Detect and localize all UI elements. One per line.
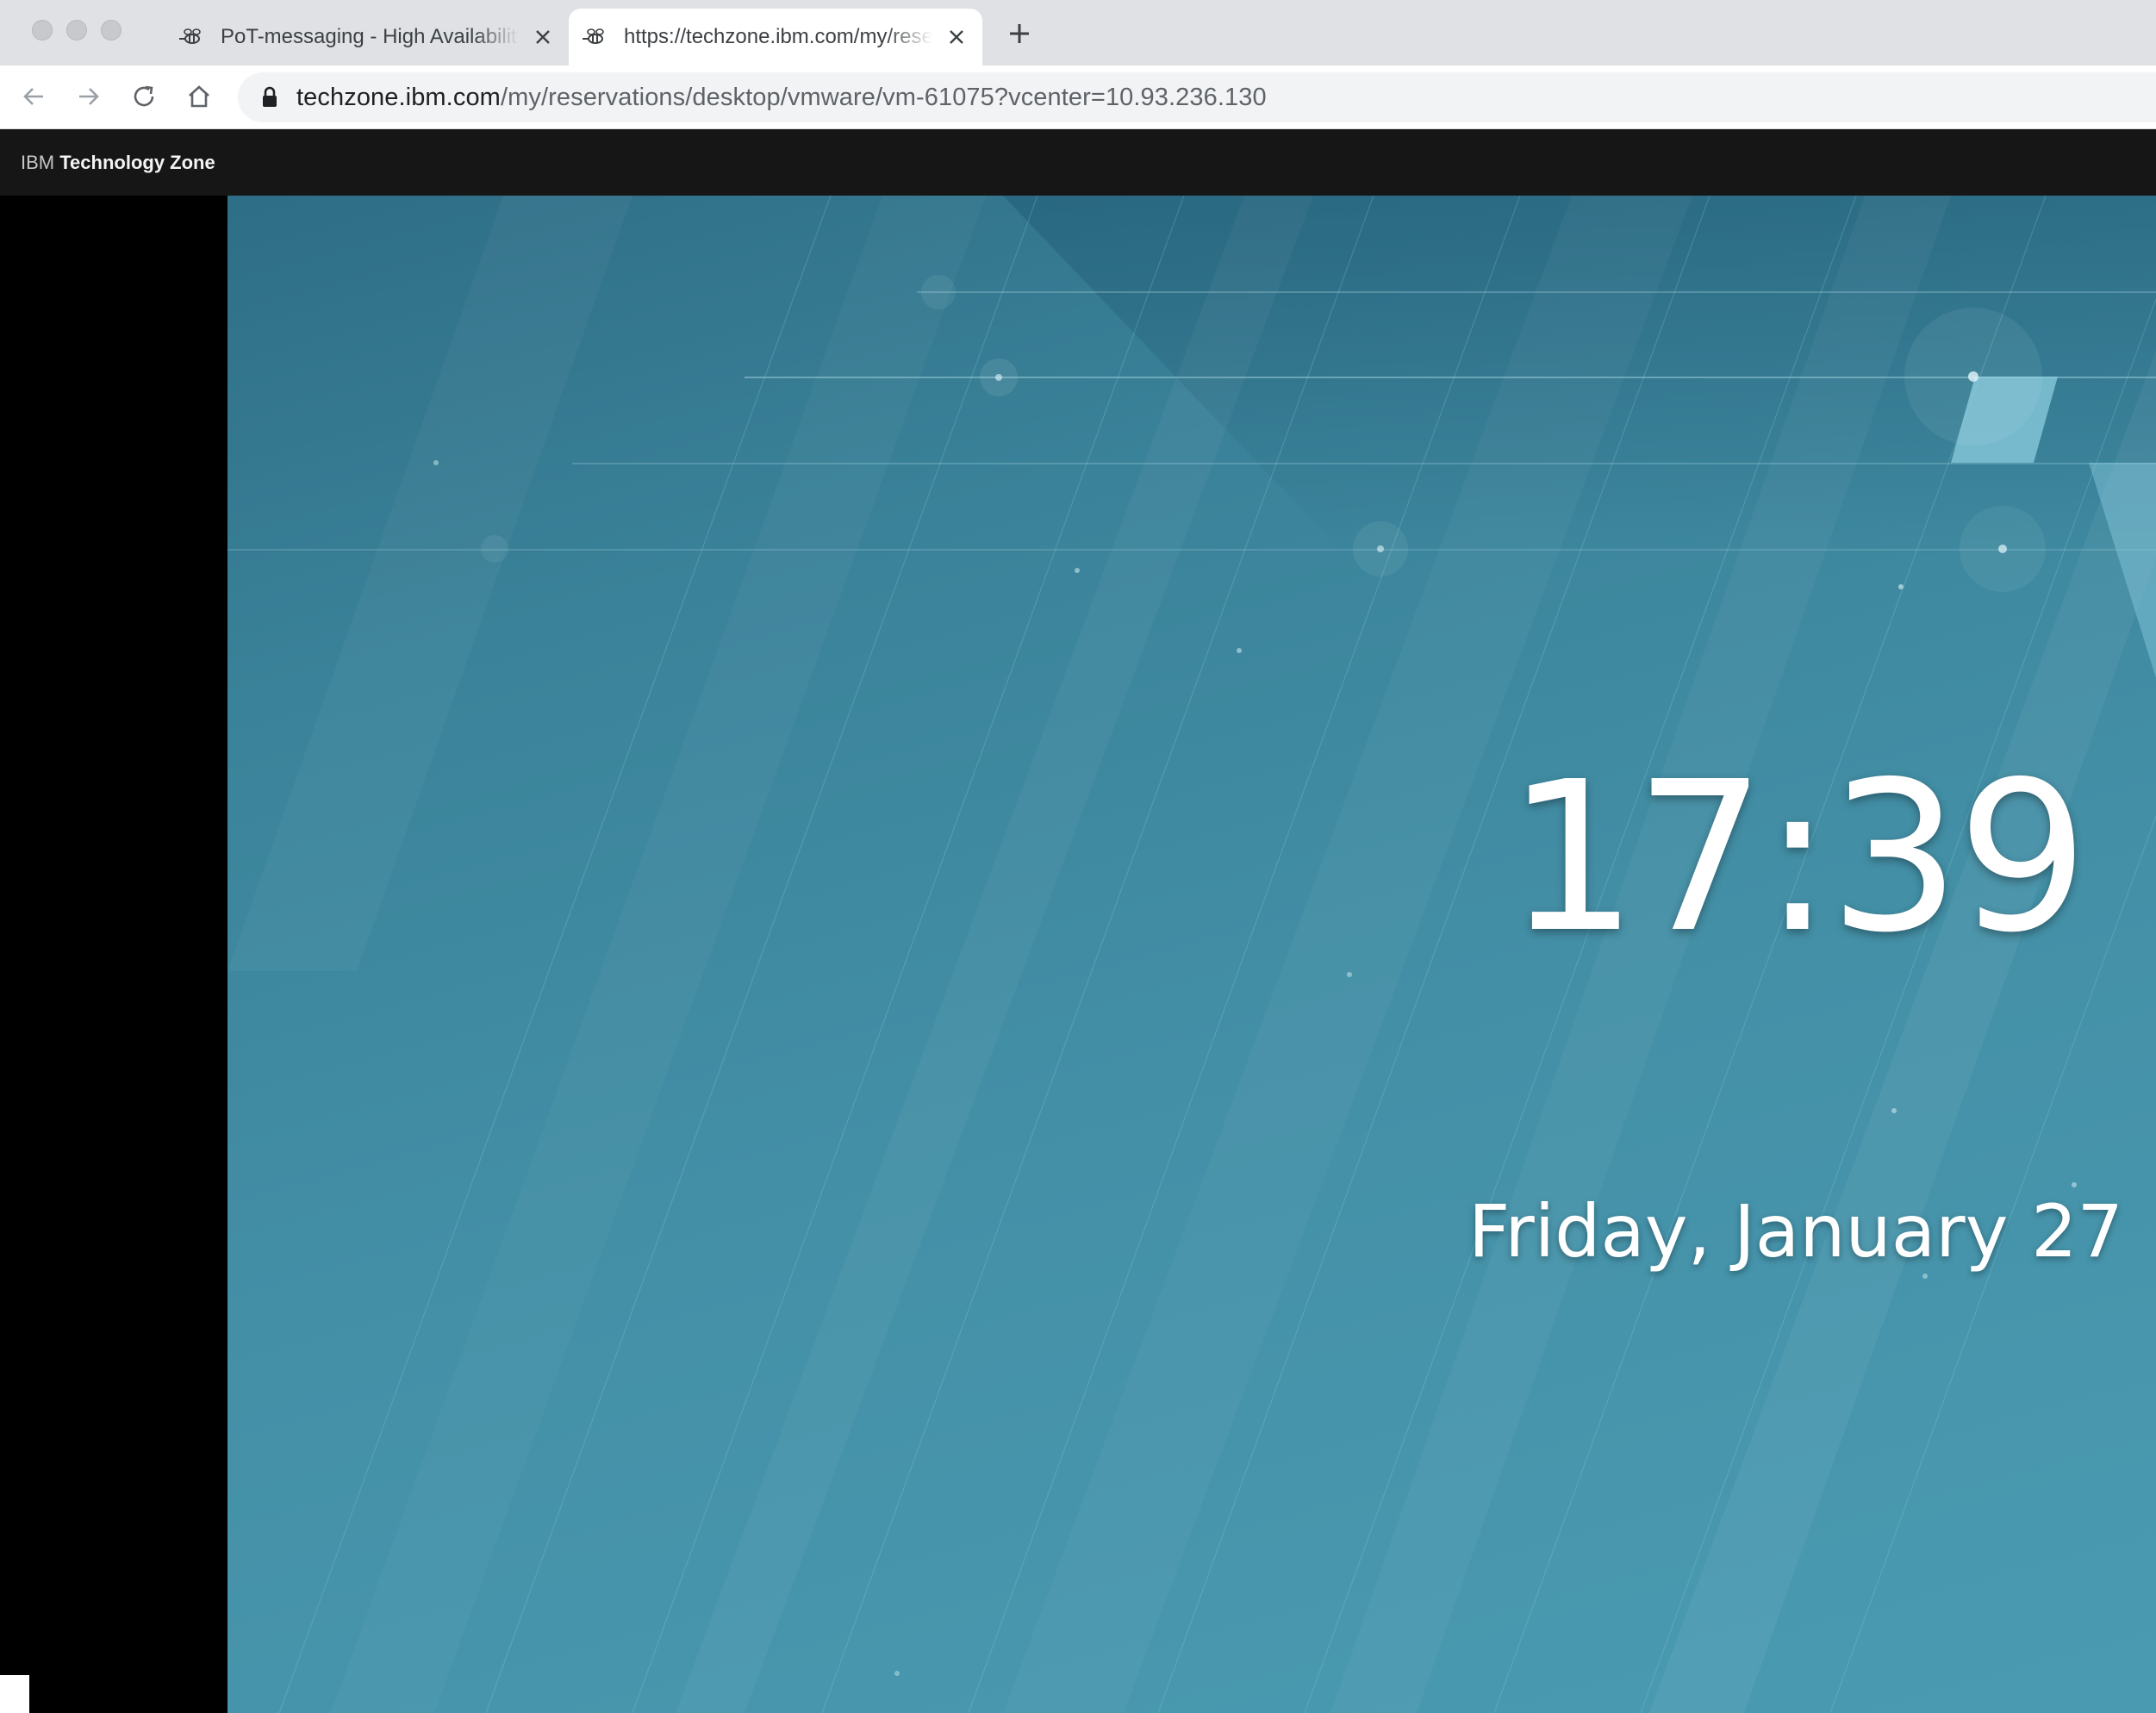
tab-techzone-desktop[interactable]: https://techzone.ibm.com/my/reservations <box>569 9 982 65</box>
url-host: techzone.ibm.com <box>296 83 501 111</box>
tab-title: PoT-messaging - High Availability <box>221 25 519 48</box>
lock-screen-time: 17:39 <box>1506 737 2089 978</box>
window-close-control[interactable] <box>32 20 53 40</box>
brand-prefix: IBM <box>21 151 55 173</box>
browser-window: PoT-messaging - High Availability https:… <box>0 0 2156 1713</box>
forward-button[interactable] <box>71 78 107 115</box>
close-tab-icon[interactable] <box>943 23 970 51</box>
address-bar[interactable]: techzone.ibm.com/my/reservations/desktop… <box>238 72 2156 122</box>
new-tab-button[interactable] <box>1005 19 1034 48</box>
bee-icon <box>583 28 604 44</box>
home-icon <box>189 85 209 108</box>
home-button[interactable] <box>181 78 217 115</box>
lock-icon <box>263 86 277 107</box>
brand-name: Technology Zone <box>59 151 215 173</box>
site-header: IBM Technology Zone <box>0 129 2156 196</box>
browser-toolbar: techzone.ibm.com/my/reservations/desktop… <box>0 65 2156 129</box>
remote-desktop-lock-screen[interactable]: 17:39 Friday, January 27 <box>227 196 2156 1713</box>
reload-icon <box>134 85 154 107</box>
window-minimize-control[interactable] <box>66 20 87 40</box>
bee-icon <box>179 28 201 44</box>
plus-icon <box>1010 24 1029 43</box>
window-zoom-control[interactable] <box>101 20 122 40</box>
tab-pot-messaging[interactable]: PoT-messaging - High Availability <box>165 9 569 65</box>
url-text: techzone.ibm.com/my/reservations/desktop… <box>296 84 1267 112</box>
back-button[interactable] <box>16 78 52 115</box>
arrow-right-icon <box>79 88 99 105</box>
url-path: /my/reservations/desktop/vmware/vm-61075… <box>500 83 1267 111</box>
console-letterbox <box>0 196 227 1713</box>
reload-button[interactable] <box>126 78 162 115</box>
close-tab-icon[interactable] <box>529 23 557 51</box>
console-corner-marker <box>0 1675 29 1713</box>
tab-title: https://techzone.ibm.com/my/reservations <box>624 25 932 48</box>
brand-logo[interactable]: IBM Technology Zone <box>21 152 215 174</box>
tab-strip: PoT-messaging - High Availability https:… <box>0 0 2156 65</box>
arrow-left-icon <box>23 88 43 105</box>
lock-screen-date: Friday, January 27 <box>1467 1189 2124 1274</box>
